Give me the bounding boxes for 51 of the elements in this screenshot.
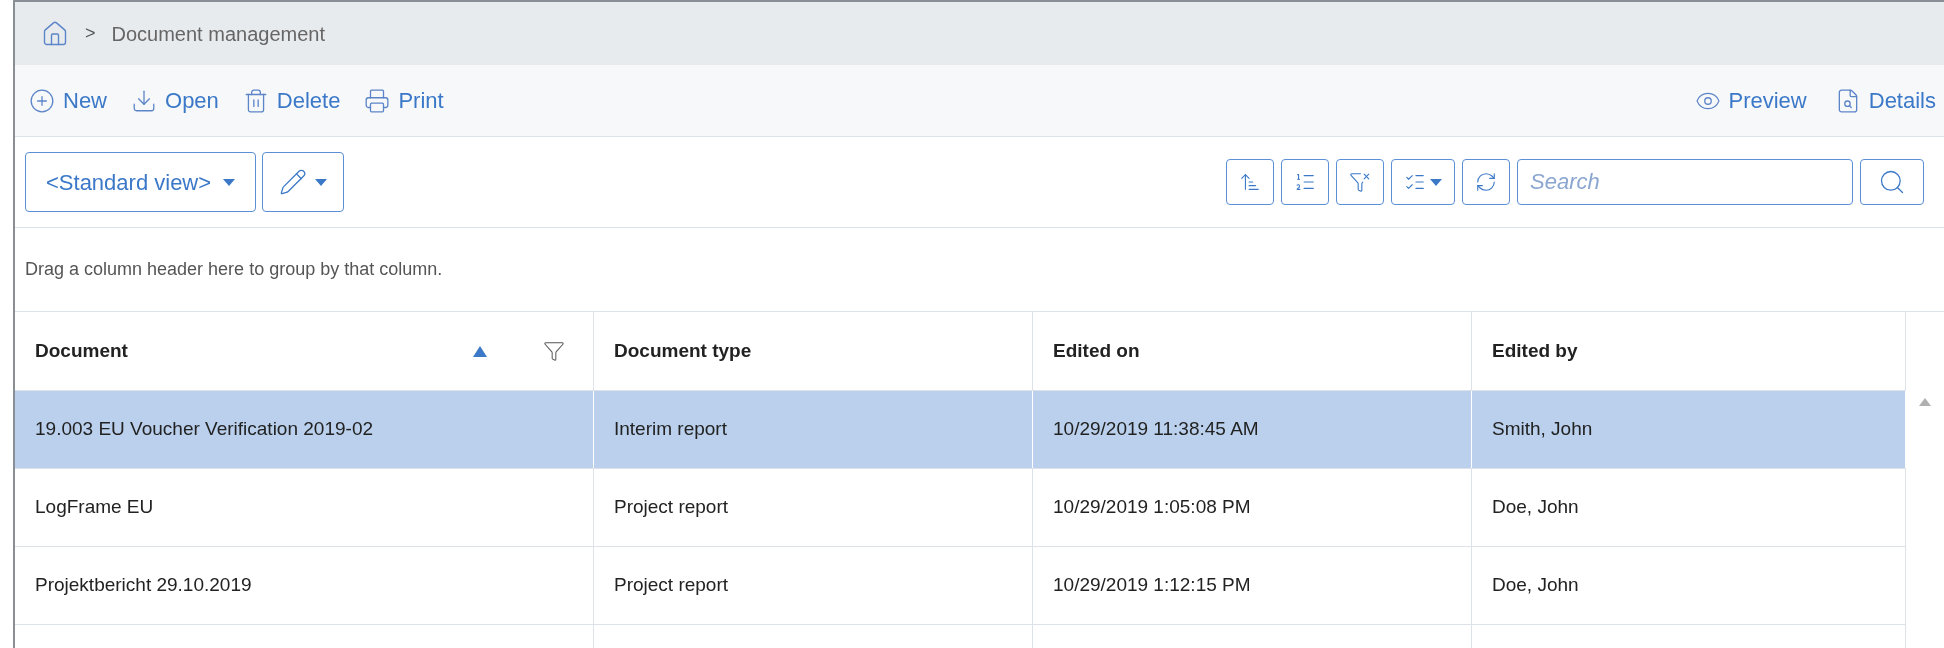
scroll-up-icon[interactable] bbox=[1919, 398, 1931, 406]
breadcrumb-separator: > bbox=[85, 22, 96, 45]
column-header[interactable]: Document type bbox=[594, 312, 1033, 390]
search-button[interactable] bbox=[1860, 159, 1924, 205]
clear-filter-button[interactable] bbox=[1336, 159, 1384, 205]
search-field[interactable]: Search bbox=[1517, 159, 1853, 205]
caret-icon bbox=[315, 178, 328, 186]
caret-icon bbox=[1430, 178, 1442, 186]
sort-icon bbox=[1239, 171, 1261, 193]
edit-view-button[interactable] bbox=[262, 152, 345, 212]
printer-icon bbox=[364, 87, 391, 114]
toolbar-button[interactable]: Delete bbox=[238, 80, 345, 121]
table-cell-text: Project report bbox=[614, 495, 729, 520]
table-cell-text: Project report bbox=[614, 573, 729, 598]
caret-icon bbox=[223, 178, 236, 186]
column-header[interactable]: Edited on bbox=[1033, 312, 1472, 390]
column-header[interactable]: Document bbox=[15, 312, 594, 390]
table-cell-text: Doe, John bbox=[1492, 573, 1579, 598]
table-cell-text: 10/29/2019 1:12:15 PM bbox=[1053, 573, 1251, 598]
table-row[interactable]: 19.003 EU Voucher Verification 2019-02 Interim report 10/29/2019 11:38:45 AM Smith, John bbox=[15, 391, 1906, 469]
toolbar-button[interactable]: Print bbox=[360, 80, 448, 121]
group-panel-hint: Drag a column header here to group by that column. bbox=[25, 258, 443, 281]
search-icon bbox=[1878, 168, 1906, 196]
view-dropdown[interactable]: <Standard view> bbox=[25, 152, 257, 212]
toolbar-button[interactable]: Preview bbox=[1690, 80, 1811, 121]
table-cell-text: Projektbericht 29.10.2019 bbox=[35, 573, 252, 598]
toolbar-button[interactable]: New bbox=[25, 80, 111, 121]
funnel-x-icon bbox=[1349, 171, 1371, 193]
table-cell-text: 10/29/2019 1:05:08 PM bbox=[1053, 495, 1251, 520]
breadcrumb-item[interactable]: Document management bbox=[111, 18, 325, 49]
pencil-icon bbox=[279, 168, 308, 196]
toolbar-button[interactable]: Details bbox=[1830, 80, 1940, 121]
column-header[interactable]: Edited by bbox=[1472, 312, 1906, 390]
filter-icon[interactable] bbox=[543, 340, 565, 362]
table-cell-text: LogFrame EU bbox=[35, 495, 154, 520]
add-icon bbox=[29, 87, 55, 114]
column-chooser-button[interactable] bbox=[1391, 159, 1455, 205]
order-button[interactable] bbox=[1281, 159, 1329, 205]
list-icon bbox=[1294, 171, 1316, 193]
table-row[interactable]: Projektbericht 29.10.2019 Project report 10/29/2019 1:12:15 PM Doe, John bbox=[15, 547, 1906, 625]
refresh-icon bbox=[1475, 171, 1497, 193]
sort-button[interactable] bbox=[1226, 159, 1274, 205]
table-cell-text: 19.003 EU Voucher Verification 2019-02 bbox=[35, 417, 373, 442]
toolbar-button[interactable]: Open bbox=[127, 80, 223, 121]
refresh-button[interactable] bbox=[1462, 159, 1510, 205]
table-row[interactable]: LogFrame EU Project report 10/29/2019 1:05:08 PM Doe, John bbox=[15, 469, 1906, 547]
table-cell-text: Doe, John bbox=[1492, 495, 1579, 520]
table-cell-text: Interim report bbox=[614, 417, 727, 442]
home-icon[interactable] bbox=[41, 19, 69, 48]
table-cell-text: Smith, John bbox=[1492, 417, 1593, 442]
table-cell-text: 10/29/2019 11:38:45 AM bbox=[1053, 417, 1259, 442]
